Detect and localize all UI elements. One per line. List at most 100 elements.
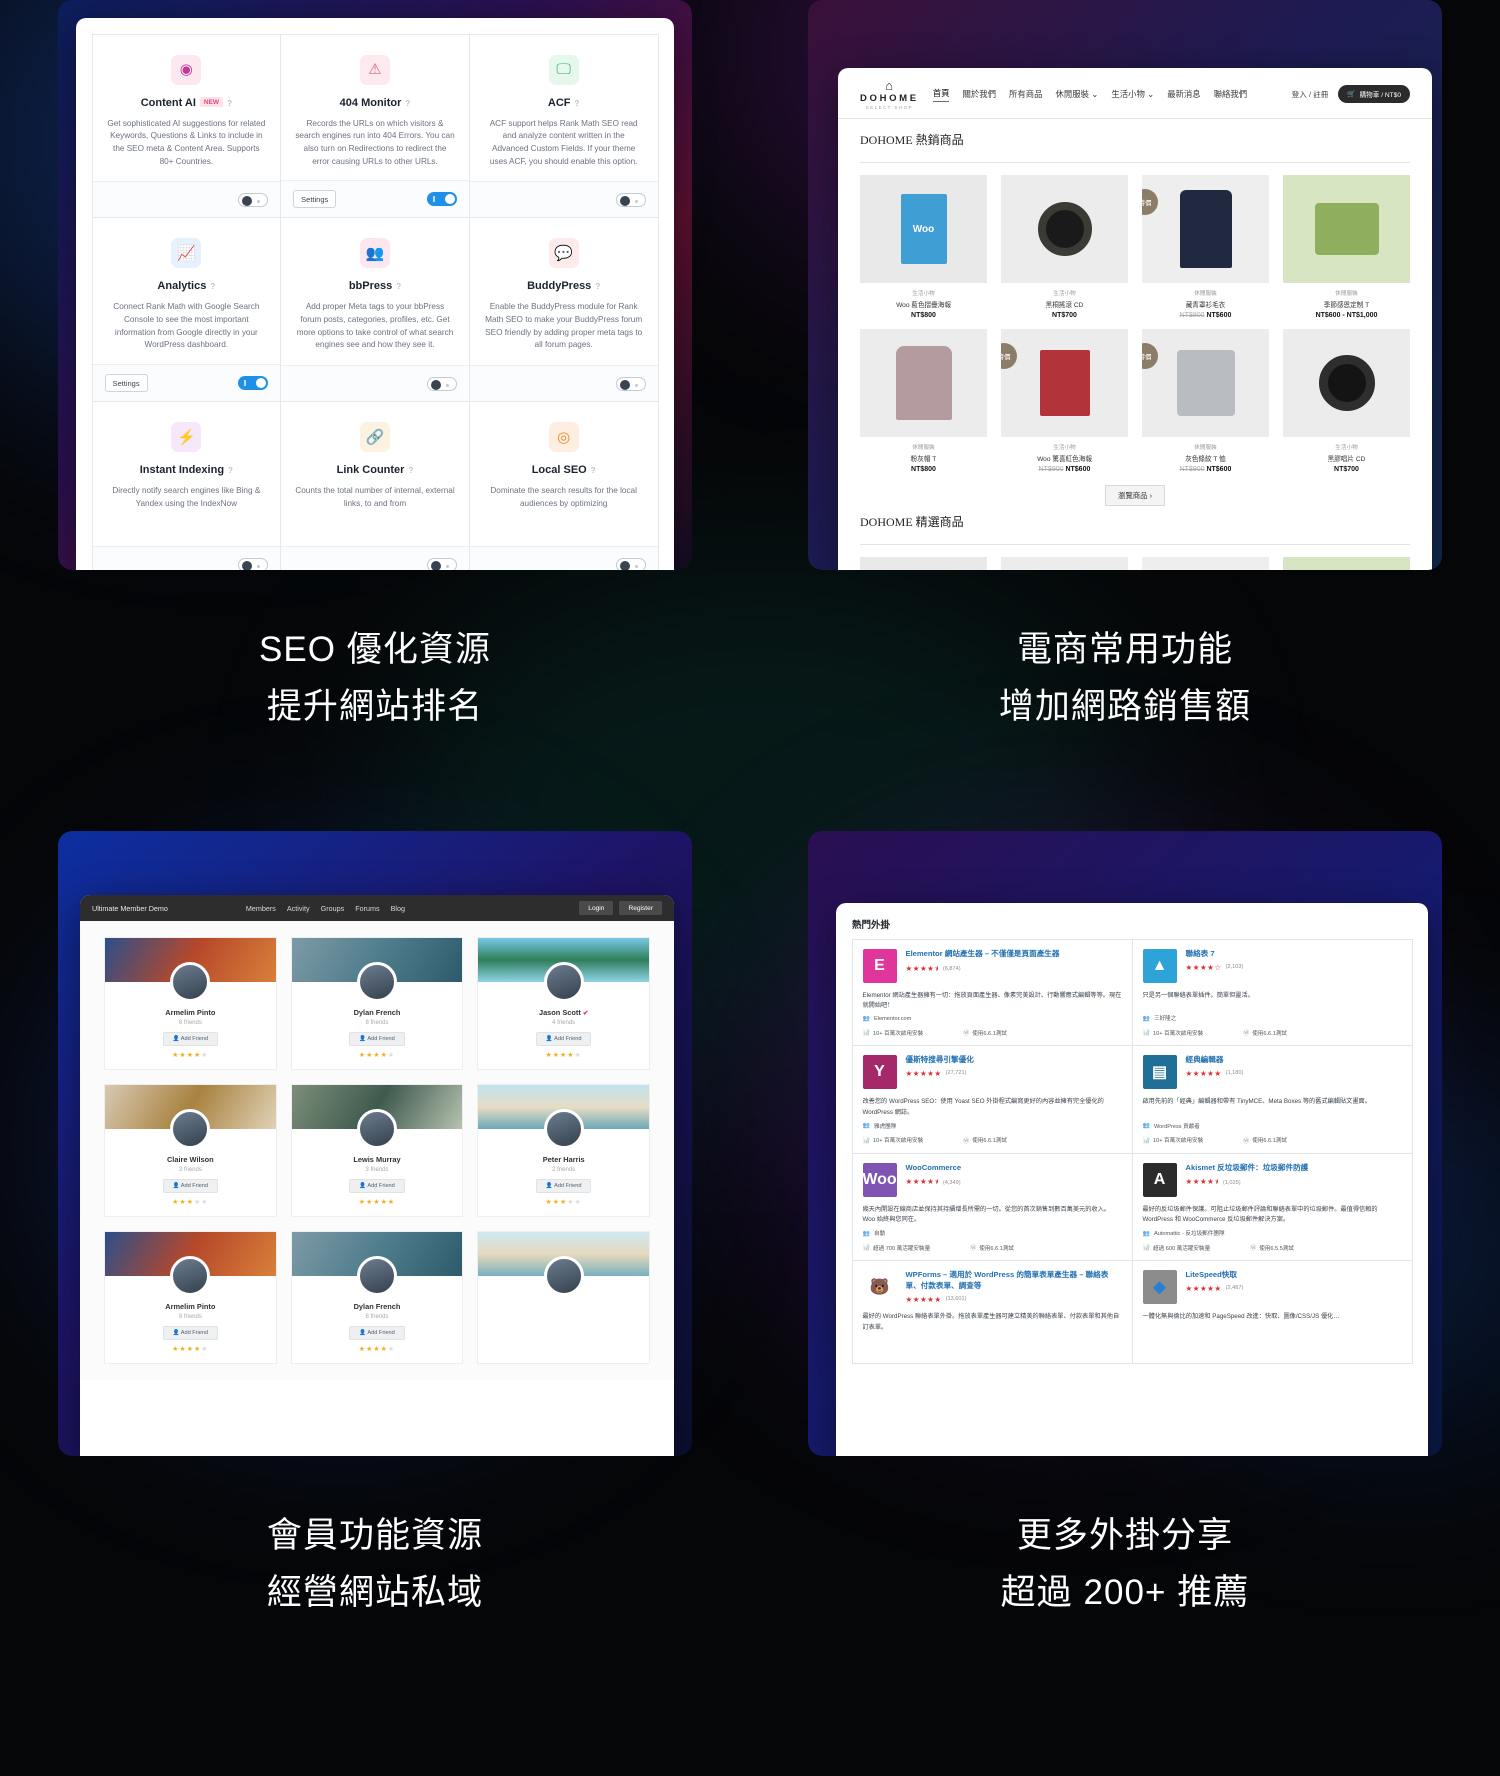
plugin-directory-window[interactable]: 熱門外掛 E Elementor 網站產生器 – 不僅僅是頁面產生器 ★★★★⯨ (6… bbox=[836, 903, 1428, 1457]
nav-item-所有商品[interactable]: 所有商品 bbox=[1009, 88, 1043, 100]
plugin-card[interactable]: 🐻 WPForms – 適用於 WordPress 的簡單表單產生器 – 聯絡表單… bbox=[851, 1260, 1133, 1365]
plugin-name[interactable]: 優斯特搜尋引擎優化 bbox=[906, 1055, 974, 1066]
product-card[interactable]: 特價生活小物 Woo 驚喜紅色海報 NT$900 NT$600 bbox=[1001, 329, 1128, 473]
cart-button[interactable]: 🛒 購物車 / NT$0 bbox=[1338, 85, 1410, 103]
plugin-card[interactable]: Y 優斯特搜尋引擎優化 ★★★★★ (27,721) 改善您的 WordPress SE… bbox=[851, 1045, 1133, 1154]
plugin-name[interactable]: Akismet 反垃圾郵件：垃圾郵件防護 bbox=[1186, 1163, 1309, 1174]
rankmath-module-card[interactable]: 👥 bbPress? Add proper Meta tags to your bb… bbox=[280, 217, 470, 403]
add-friend-button[interactable]: 👤 Add Friend bbox=[162, 1032, 219, 1047]
avatar[interactable] bbox=[170, 1109, 211, 1150]
plugin-name[interactable]: 聯絡表 7 bbox=[1186, 949, 1244, 960]
um-nav-groups[interactable]: Groups bbox=[321, 904, 345, 913]
avatar[interactable] bbox=[356, 1256, 397, 1297]
ultimate-member-window[interactable]: Ultimate Member Demo Members Activity Grou… bbox=[80, 895, 674, 1457]
plugin-name[interactable]: WPForms – 適用於 WordPress 的簡單表單產生器 – 聯絡表單、… bbox=[906, 1270, 1122, 1291]
plugin-card[interactable]: Woo WooCommerce ★★★★⯨ (4,349) 幾天內開設在線商店並保持其持… bbox=[851, 1152, 1133, 1262]
plugin-card[interactable]: A Akismet 反垃圾郵件：垃圾郵件防護 ★★★★⯨ (1,025) 最好的反垃圾郵… bbox=[1131, 1152, 1413, 1262]
rankmath-module-card[interactable]: ⚡ Instant Indexing? Directly notify search… bbox=[91, 401, 282, 570]
member-card[interactable]: Claire Wilson 3 friends 👤 Add Friend ★★★★★ bbox=[104, 1084, 277, 1218]
member-card[interactable]: Dylan French 8 friends 👤 Add Friend ★★★★★ bbox=[290, 1231, 464, 1365]
member-card[interactable]: Armelim Pinto 8 friends 👤 Add Friend ★★★★★ bbox=[104, 937, 277, 1071]
help-icon[interactable]: ? bbox=[575, 99, 580, 108]
product-card[interactable] bbox=[1283, 557, 1410, 570]
browse-products-button[interactable]: 瀏覽商品 › bbox=[1104, 485, 1166, 506]
product-card[interactable]: 休閒服裝 粉灰帽 T NT$800 bbox=[860, 329, 987, 473]
rankmath-module-card[interactable]: 🖵 ACF? ACF support helps Rank Math SEO rea… bbox=[468, 33, 659, 219]
module-settings-button[interactable]: Settings bbox=[293, 190, 337, 209]
module-toggle[interactable] bbox=[426, 192, 457, 207]
login-button[interactable]: Login bbox=[579, 901, 614, 916]
plugin-name[interactable]: WooCommerce bbox=[906, 1163, 962, 1174]
rankmath-modules-window[interactable]: ◉ Content AI NEW? Get sophisticated AI sugg… bbox=[76, 18, 674, 570]
avatar[interactable] bbox=[356, 1109, 397, 1150]
plugin-name[interactable]: 經典編輯器 bbox=[1186, 1055, 1244, 1066]
module-toggle[interactable] bbox=[238, 557, 269, 570]
product-card[interactable]: 特價NT$800 bbox=[1142, 557, 1269, 570]
module-toggle[interactable] bbox=[615, 557, 646, 570]
rankmath-module-card[interactable]: 📈 Analytics? Connect Rank Math with Google… bbox=[91, 217, 282, 403]
nav-item-關於我們[interactable]: 關於我們 bbox=[962, 88, 996, 100]
um-nav-blog[interactable]: Blog bbox=[391, 904, 405, 913]
product-card[interactable]: Woo bbox=[860, 557, 987, 570]
avatar[interactable] bbox=[356, 962, 397, 1003]
avatar[interactable] bbox=[170, 962, 211, 1003]
member-card[interactable]: Jason Scott ✔ 4 friends 👤 Add Friend ★★★★★ bbox=[477, 937, 650, 1071]
help-icon[interactable]: ? bbox=[408, 466, 413, 475]
um-nav-activity[interactable]: Activity bbox=[287, 904, 310, 913]
member-card[interactable]: Peter Harris 2 friends 👤 Add Friend ★★★★★ bbox=[477, 1084, 650, 1218]
help-icon[interactable]: ? bbox=[228, 466, 233, 475]
um-nav-members[interactable]: Members bbox=[246, 904, 276, 913]
product-card[interactable]: 生活小物 黑桐搖滾 CD NT$700 bbox=[1001, 175, 1128, 319]
plugin-card[interactable]: ▤ 經典編輯器 ★★★★★ (1,180) 啟用先前的「經典」編輯器和帶有 TinyMC… bbox=[1131, 1045, 1413, 1154]
product-card[interactable] bbox=[1001, 557, 1128, 570]
member-card[interactable]: Lewis Murray 3 friends 👤 Add Friend ★★★★★ bbox=[290, 1084, 464, 1218]
nav-item-聯絡我們[interactable]: 聯絡我們 bbox=[1214, 88, 1248, 100]
product-card[interactable]: 特價休閒服裝藏青罩衫毛衣 NT$800 NT$600 bbox=[1142, 175, 1269, 319]
help-icon[interactable]: ? bbox=[227, 99, 232, 108]
rankmath-module-card[interactable]: 🔗 Link Counter? Counts the total number of… bbox=[280, 401, 470, 570]
add-friend-button[interactable]: 👤 Add Friend bbox=[349, 1179, 405, 1194]
add-friend-button[interactable]: 👤 Add Friend bbox=[535, 1032, 592, 1047]
add-friend-button[interactable]: 👤 Add Friend bbox=[162, 1326, 219, 1341]
module-settings-button[interactable]: Settings bbox=[104, 374, 148, 393]
account-link[interactable]: 登入 / 註冊 bbox=[1292, 89, 1329, 100]
register-button[interactable]: Register bbox=[619, 901, 662, 916]
add-friend-button[interactable]: 👤 Add Friend bbox=[162, 1179, 219, 1194]
module-toggle[interactable] bbox=[238, 376, 269, 391]
nav-item-休閒服裝[interactable]: 休閒服裝 ⌄ bbox=[1055, 88, 1098, 100]
avatar[interactable] bbox=[543, 962, 584, 1003]
rankmath-module-card[interactable]: ◉ Content AI NEW? Get sophisticated AI sugg… bbox=[91, 33, 282, 219]
member-card[interactable]: Armelim Pinto 8 friends 👤 Add Friend ★★★★★ bbox=[104, 1231, 277, 1365]
module-toggle[interactable] bbox=[615, 192, 646, 207]
product-card[interactable]: Woo 生活小物 Woo 藍色摺疊海報 NT$800 bbox=[860, 175, 987, 319]
member-card[interactable]: Dylan French 8 friends 👤 Add Friend ★★★★★ bbox=[290, 937, 464, 1071]
avatar[interactable] bbox=[543, 1109, 584, 1150]
plugin-card[interactable]: ▲ 聯絡表 7 ★★★★☆ (2,103) 只是另一個聯絡表單插件。簡單但靈活。 👥 三好隆… bbox=[1131, 938, 1413, 1047]
dohome-logo[interactable]: ⌂ DOHOME SELECT SHOP bbox=[860, 78, 919, 110]
module-toggle[interactable] bbox=[426, 557, 457, 570]
dohome-shop-window[interactable]: ⌂ DOHOME SELECT SHOP 首頁 關於我們 所有商品 休閒服裝 ⌄ 生活小… bbox=[838, 68, 1432, 570]
plugin-card[interactable]: ◆ LiteSpeed快取 ★★★★★ (2,487) 一體化無與倫比的加速和 Page… bbox=[1131, 1260, 1413, 1365]
help-icon[interactable]: ? bbox=[210, 282, 215, 291]
help-icon[interactable]: ? bbox=[405, 99, 410, 108]
um-brand[interactable]: Ultimate Member Demo bbox=[92, 904, 168, 913]
add-friend-button[interactable]: 👤 Add Friend bbox=[535, 1179, 592, 1194]
rankmath-module-card[interactable]: ⚠ 404 Monitor? Records the URLs on which v… bbox=[280, 33, 470, 219]
avatar[interactable] bbox=[543, 1256, 584, 1297]
module-toggle[interactable] bbox=[426, 376, 457, 391]
rankmath-module-card[interactable]: 💬 BuddyPress? Enable the BuddyPress module… bbox=[468, 217, 659, 403]
help-icon[interactable]: ? bbox=[591, 466, 596, 475]
product-card[interactable]: 生活小物 黑膠唱片 CD NT$700 bbox=[1283, 329, 1410, 473]
help-icon[interactable]: ? bbox=[595, 282, 600, 291]
add-friend-button[interactable]: 👤 Add Friend bbox=[349, 1326, 405, 1341]
plugin-name[interactable]: LiteSpeed快取 bbox=[1186, 1270, 1244, 1281]
module-toggle[interactable] bbox=[615, 376, 646, 391]
add-friend-button[interactable]: 👤 Add Friend bbox=[349, 1032, 405, 1047]
module-toggle[interactable] bbox=[238, 192, 269, 207]
product-card[interactable]: 特價休閒服裝灰色條紋 T 恤 NT$900 NT$600 bbox=[1142, 329, 1269, 473]
help-icon[interactable]: ? bbox=[396, 282, 401, 291]
avatar[interactable] bbox=[170, 1256, 211, 1297]
member-card[interactable] bbox=[477, 1231, 650, 1365]
nav-item-生活小物[interactable]: 生活小物 ⌄ bbox=[1111, 88, 1154, 100]
plugin-name[interactable]: Elementor 網站產生器 – 不僅僅是頁面產生器 bbox=[906, 949, 1060, 960]
